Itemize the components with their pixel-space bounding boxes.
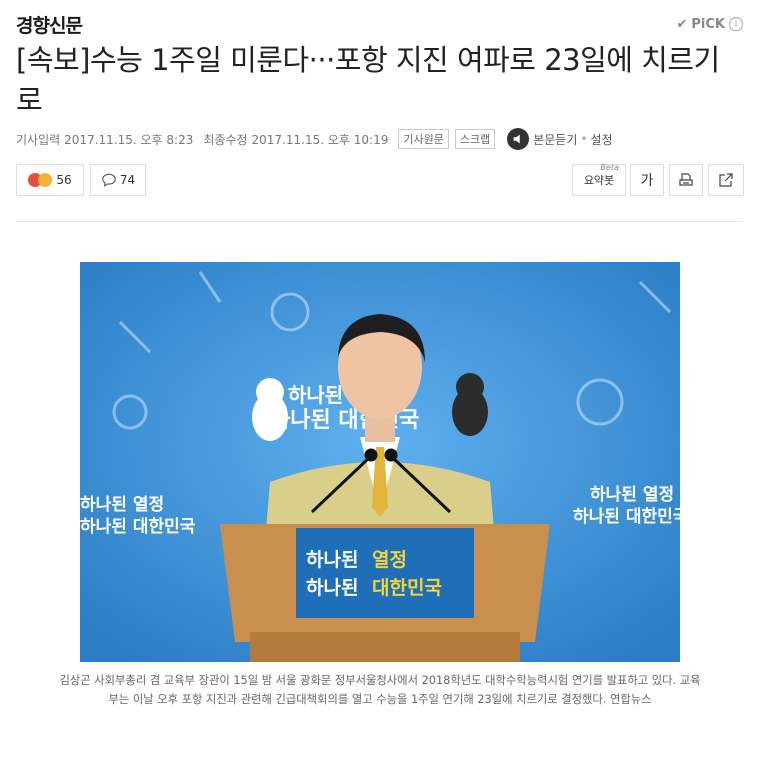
comment-count: 74 bbox=[119, 173, 136, 187]
pick-badge[interactable]: ✔ PiCK i bbox=[676, 17, 743, 32]
article-meta: 기사입력 2017.11.15. 오후 8:23 최종수정 2017.11.15… bbox=[16, 128, 613, 150]
photo-caption: 김상곤 사회부총리 겸 교육부 장관이 15일 밤 서울 광화문 정부서울청사에… bbox=[59, 674, 701, 706]
summary-bot-label: 요약봇 bbox=[583, 174, 615, 187]
article-photo[interactable]: 하나된 열정 하나된 대한민국 하나된 열정 하나된 대한민국 하나된 열정 하… bbox=[80, 262, 680, 662]
reaction-count: 56 bbox=[56, 173, 72, 187]
reaction-button[interactable]: 56 bbox=[16, 164, 84, 196]
check-icon: ✔ bbox=[676, 16, 688, 32]
mascot-bear bbox=[452, 373, 488, 436]
input-time: 2017.11.15. 오후 8:23 bbox=[64, 132, 194, 147]
press-logo[interactable]: 경향신문 bbox=[16, 11, 83, 38]
podium-slogan-1b: 열정 bbox=[372, 549, 407, 571]
font-size-label: 가 bbox=[640, 173, 654, 189]
listen-button[interactable]: 본문듣기 bbox=[533, 131, 577, 148]
scrap-button[interactable]: 스크랩 bbox=[454, 129, 496, 149]
settings-button[interactable]: 설정 bbox=[590, 131, 612, 148]
original-article-button[interactable]: 기사원문 bbox=[398, 129, 449, 149]
press-briefing-image: 하나된 열정 하나된 대한민국 하나된 열정 하나된 대한민국 하나된 열정 하… bbox=[80, 262, 680, 662]
reaction-emoji-icon bbox=[28, 173, 53, 187]
pick-label: PiCK bbox=[691, 16, 725, 32]
backdrop-slogan-right-2: 하나된 대한민국 bbox=[573, 507, 680, 527]
section-divider bbox=[16, 221, 743, 222]
podium-slogan-2a: 하나된 bbox=[306, 577, 358, 599]
share-button[interactable] bbox=[708, 164, 744, 196]
print-icon bbox=[679, 173, 693, 186]
modified-time-label: 최종수정 bbox=[203, 132, 248, 147]
comment-button[interactable]: 74 bbox=[90, 164, 146, 196]
article-headline: [속보]수능 1주일 미룬다···포항 지진 여파로 23일에 치르기로 bbox=[16, 43, 720, 117]
mascot-tiger bbox=[252, 378, 288, 441]
summary-beta-label: Beta bbox=[600, 163, 619, 172]
podium-slogan-1a: 하나된 bbox=[306, 549, 358, 571]
backdrop-slogan-left-1: 하나된 열정 bbox=[80, 495, 164, 515]
article-actions: 56 74 요약봇 Beta 가 bbox=[16, 163, 744, 196]
summary-bot-button[interactable]: 요약봇 Beta bbox=[572, 163, 626, 196]
share-icon bbox=[719, 173, 733, 187]
meta-separator: • bbox=[580, 132, 588, 146]
info-icon[interactable]: i bbox=[729, 17, 743, 31]
header-bar: 경향신문 ✔ PiCK i bbox=[16, 10, 743, 38]
podium-slogan-2b: 대한민국 bbox=[372, 577, 442, 599]
modified-time: 2017.11.15. 오후 10:19 bbox=[251, 132, 389, 147]
input-time-label: 기사입력 bbox=[16, 132, 61, 147]
speaker-icon[interactable] bbox=[507, 128, 530, 150]
font-size-button[interactable]: 가 bbox=[630, 164, 664, 196]
comment-icon bbox=[102, 173, 116, 187]
backdrop-slogan-right-1: 하나된 열정 bbox=[590, 485, 674, 505]
print-button[interactable] bbox=[669, 164, 703, 196]
backdrop-slogan-left-2: 하나된 대한민국 bbox=[80, 517, 196, 537]
